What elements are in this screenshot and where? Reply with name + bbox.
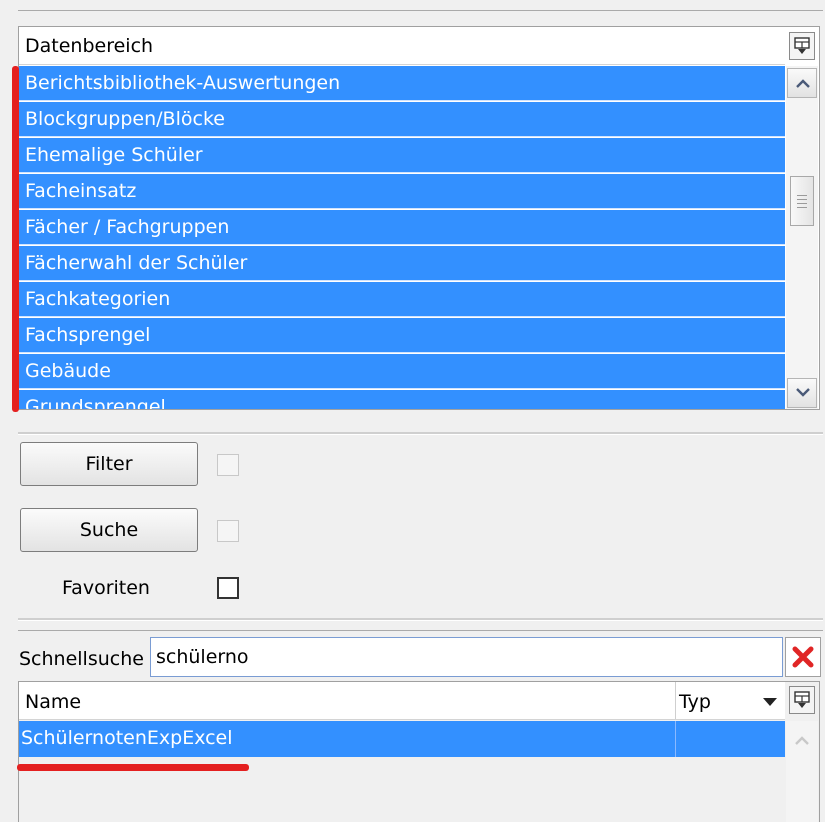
divider [18, 432, 823, 435]
chevron-up-icon[interactable] [787, 68, 817, 98]
result-name-cell: SchülernotenExpExcel [21, 727, 233, 749]
table-row[interactable]: SchülernotenExpExcel [19, 721, 785, 757]
suche-checkbox [217, 520, 239, 542]
column-chooser-icon[interactable] [789, 32, 815, 60]
list-item-label: Berichtsbibliothek-Auswertungen [25, 72, 341, 94]
list-item[interactable]: Fächerwahl der Schüler [19, 246, 785, 281]
results-header: Name Typ [19, 682, 785, 720]
list-item-label: Fachkategorien [25, 288, 171, 310]
column-divider[interactable] [675, 682, 676, 719]
schnellsuche-label: Schnellsuche [19, 648, 144, 670]
list-item[interactable]: Fachkategorien [19, 282, 785, 317]
annotation-underline-result [17, 764, 249, 771]
dropdown-arrow-icon[interactable] [763, 698, 777, 706]
datenbereich-header[interactable]: Datenbereich [19, 27, 785, 65]
suche-button[interactable]: Suche [20, 508, 198, 552]
column-divider [675, 721, 676, 757]
datenbereich-rows: Berichtsbibliothek-Auswertungen Blockgru… [19, 66, 785, 409]
scrollbar-thumb[interactable] [790, 176, 814, 226]
panel-top-border [18, 10, 823, 11]
list-item[interactable]: Grundsprengel [19, 390, 785, 409]
column-chooser-icon[interactable] [789, 686, 815, 714]
list-item-label: Ehemalige Schüler [25, 144, 203, 166]
list-item-label: Facheinsatz [25, 180, 137, 202]
datenbereich-header-label: Datenbereich [25, 35, 154, 57]
list-item[interactable]: Gebäude [19, 354, 785, 389]
chevron-down-icon[interactable] [787, 378, 817, 408]
list-item[interactable]: Fächer / Fachgruppen [19, 210, 785, 245]
favoriten-checkbox[interactable] [217, 577, 239, 599]
annotation-red-bar [12, 66, 19, 412]
list-item-label: Grundsprengel [25, 396, 166, 409]
results-scrollbar[interactable] [786, 721, 818, 822]
list-item-label: Gebäude [25, 360, 111, 382]
list-item-label: Fächer / Fachgruppen [25, 216, 230, 238]
list-item[interactable]: Fachsprengel [19, 318, 785, 353]
schnellsuche-input[interactable] [150, 637, 783, 677]
filter-checkbox [217, 454, 239, 476]
divider [18, 618, 823, 621]
list-item-label: Blockgruppen/Blöcke [25, 108, 225, 130]
column-header-name[interactable]: Name [25, 691, 81, 713]
list-item[interactable]: Ehemalige Schüler [19, 138, 785, 173]
panel-top-border [18, 630, 823, 631]
filter-button[interactable]: Filter [20, 442, 198, 486]
list-item[interactable]: Blockgruppen/Blöcke [19, 102, 785, 137]
favoriten-label: Favoriten [62, 577, 150, 599]
chevron-up-icon[interactable] [794, 735, 810, 745]
red-x-icon[interactable] [785, 637, 821, 677]
column-header-typ[interactable]: Typ [679, 691, 711, 713]
list-item-label: Fachsprengel [25, 324, 151, 346]
list-item[interactable]: Berichtsbibliothek-Auswertungen [19, 66, 785, 101]
list-item-label: Fächerwahl der Schüler [25, 252, 248, 274]
list-item[interactable]: Facheinsatz [19, 174, 785, 209]
datenbereich-scrollbar[interactable] [786, 66, 818, 409]
